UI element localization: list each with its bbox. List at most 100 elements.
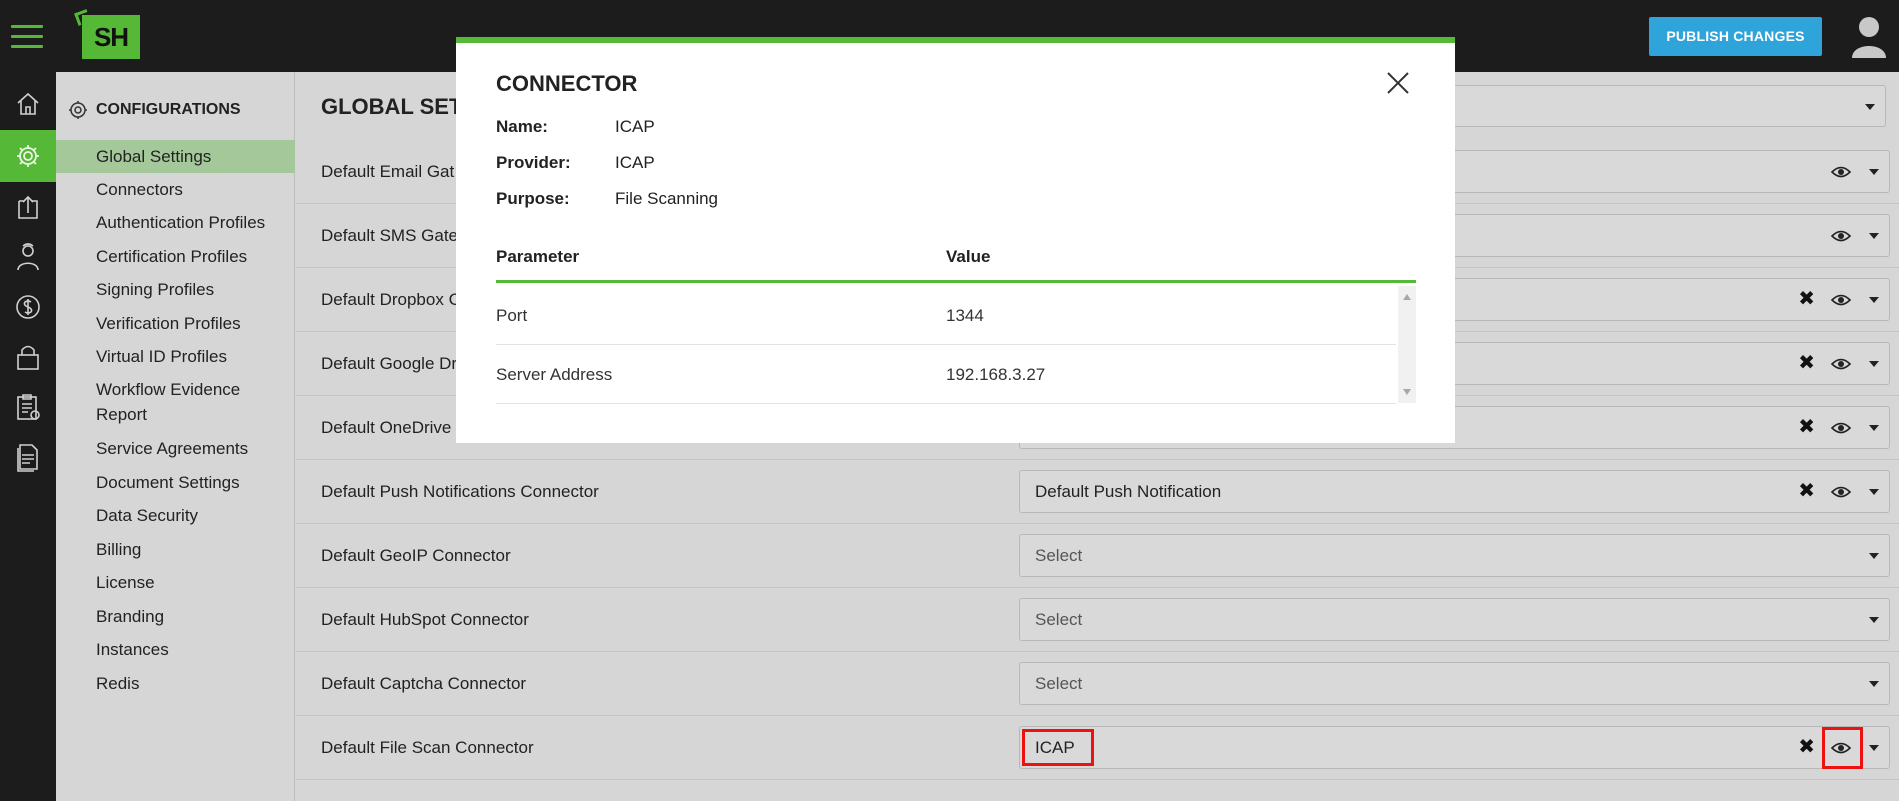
clear-icon[interactable]: ✖ xyxy=(1798,417,1815,437)
dollar-icon[interactable] xyxy=(0,282,56,332)
sidebar-item-license[interactable]: License xyxy=(56,566,295,599)
setting-label: Default Captcha Connector xyxy=(321,674,527,693)
chevron-down-icon[interactable] xyxy=(1869,745,1879,751)
clear-icon[interactable]: ✖ xyxy=(1798,737,1815,757)
eye-icon[interactable] xyxy=(1831,483,1851,501)
table-row: Server Address 192.168.3.27 xyxy=(496,345,1396,404)
value-cell: 1344 xyxy=(946,306,984,325)
setting-label: Default GeoIP Connector xyxy=(321,546,511,565)
table-scrollbar[interactable] xyxy=(1398,286,1416,403)
name-value: ICAP xyxy=(615,117,655,136)
chevron-down-icon[interactable] xyxy=(1869,361,1879,367)
chevron-down-icon[interactable] xyxy=(1869,489,1879,495)
users-icon[interactable] xyxy=(0,232,56,282)
setting-label: Default File Scan Connector xyxy=(321,738,534,757)
parameters-table-header: Parameter Value xyxy=(496,243,1416,283)
clear-icon[interactable]: ✖ xyxy=(1798,353,1815,373)
eye-icon[interactable] xyxy=(1831,419,1851,437)
close-icon[interactable] xyxy=(1386,71,1410,95)
setting-label: Default Email Gat xyxy=(321,162,455,181)
scroll-down-arrow-icon[interactable] xyxy=(1403,389,1411,395)
setting-row-push-notifications: Default Push Notifications Connector Def… xyxy=(296,460,1899,524)
setting-row-hubspot: Default HubSpot Connector Select xyxy=(296,588,1899,652)
chevron-down-icon[interactable] xyxy=(1865,104,1875,110)
sidebar-item-service-agreements[interactable]: Service Agreements xyxy=(56,432,295,465)
sidebar-item-certification-profiles[interactable]: Certification Profiles xyxy=(56,240,295,273)
setting-label: Default SMS Gate xyxy=(321,226,459,245)
table-row: Port 1344 xyxy=(496,286,1396,345)
column-header-parameter: Parameter xyxy=(496,247,580,266)
captcha-select[interactable]: Select xyxy=(1019,662,1890,705)
chevron-down-icon[interactable] xyxy=(1869,553,1879,559)
setting-label: Default Push Notifications Connector xyxy=(321,482,599,501)
document-icon[interactable] xyxy=(0,432,56,482)
eye-icon[interactable] xyxy=(1831,355,1851,373)
sidebar-header: CONFIGURATIONS xyxy=(68,100,241,120)
geoip-select[interactable]: Select xyxy=(1019,534,1890,577)
sidebar-item-connectors[interactable]: Connectors xyxy=(56,173,295,206)
setting-row-geoip: Default GeoIP Connector Select xyxy=(296,524,1899,588)
provider-label: Provider: xyxy=(496,153,571,172)
connector-purpose: Purpose: File Scanning xyxy=(496,189,718,209)
select-placeholder: Select xyxy=(1035,546,1083,565)
chevron-down-icon[interactable] xyxy=(1869,169,1879,175)
push-notifications-select[interactable]: Default Push Notification ✖ xyxy=(1019,470,1890,513)
setting-label: Default Dropbox C xyxy=(321,290,461,309)
chevron-down-icon[interactable] xyxy=(1869,425,1879,431)
app-logo[interactable]: SH xyxy=(82,15,140,59)
upload-icon[interactable] xyxy=(0,182,56,232)
sidebar-item-global-settings[interactable]: Global Settings xyxy=(56,140,295,173)
connector-modal: CONNECTOR Name: ICAP Provider: ICAP Purpos… xyxy=(456,37,1455,443)
sidebar-item-verification-profiles[interactable]: Verification Profiles xyxy=(56,307,295,340)
icon-rail xyxy=(0,72,56,801)
highlight-box xyxy=(1022,729,1094,766)
sidebar-item-virtual-id-profiles[interactable]: Virtual ID Profiles xyxy=(56,340,295,373)
configurations-sidebar: CONFIGURATIONS Global Settings Connector… xyxy=(56,72,295,801)
sidebar-item-data-security[interactable]: Data Security xyxy=(56,499,295,532)
sidebar-header-label: CONFIGURATIONS xyxy=(96,101,241,118)
setting-label: Default OneDrive xyxy=(321,418,452,437)
sidebar-item-billing[interactable]: Billing xyxy=(56,533,295,566)
connector-name: Name: ICAP xyxy=(496,117,655,137)
setting-label: Default HubSpot Connector xyxy=(321,610,529,629)
purpose-label: Purpose: xyxy=(496,189,570,208)
sidebar-item-branding[interactable]: Branding xyxy=(56,600,295,633)
sidebar-item-document-settings[interactable]: Document Settings xyxy=(56,466,295,499)
user-avatar-icon[interactable] xyxy=(1850,14,1888,58)
highlight-box xyxy=(1822,727,1863,769)
clipboard-icon[interactable] xyxy=(0,382,56,432)
home-icon[interactable] xyxy=(0,79,56,129)
chevron-down-icon[interactable] xyxy=(1869,617,1879,623)
parameters-table-body: Port 1344 Server Address 192.168.3.27 xyxy=(496,286,1416,404)
modal-title: CONNECTOR xyxy=(496,71,638,96)
setting-row-captcha: Default Captcha Connector Select xyxy=(296,652,1899,716)
parameter-cell: Port xyxy=(496,306,528,325)
gear-icon xyxy=(69,101,87,119)
sidebar-item-workflow-evidence-report[interactable]: Workflow Evidence Report xyxy=(56,374,295,428)
eye-icon[interactable] xyxy=(1831,227,1851,245)
setting-label: Default Google Dr xyxy=(321,354,458,373)
file-scan-select[interactable]: ICAP ✖ xyxy=(1019,726,1890,769)
chevron-down-icon[interactable] xyxy=(1869,297,1879,303)
publish-changes-button[interactable]: PUBLISH CHANGES xyxy=(1649,17,1822,56)
sidebar-item-authentication-profiles[interactable]: Authentication Profiles xyxy=(56,206,295,239)
scroll-up-arrow-icon[interactable] xyxy=(1403,294,1411,300)
sidebar-item-redis[interactable]: Redis xyxy=(56,667,295,700)
eye-icon[interactable] xyxy=(1831,163,1851,181)
chevron-down-icon[interactable] xyxy=(1869,233,1879,239)
select-value: Default Push Notification xyxy=(1035,482,1222,501)
clear-icon[interactable]: ✖ xyxy=(1798,481,1815,501)
gear-icon[interactable] xyxy=(0,130,56,182)
sidebar-item-signing-profiles[interactable]: Signing Profiles xyxy=(56,273,295,306)
select-placeholder: Select xyxy=(1035,674,1083,693)
sidebar-item-instances[interactable]: Instances xyxy=(56,633,295,666)
hamburger-menu-icon[interactable] xyxy=(11,25,43,49)
clear-icon[interactable]: ✖ xyxy=(1798,289,1815,309)
lock-icon[interactable] xyxy=(0,332,56,382)
eye-icon[interactable] xyxy=(1831,291,1851,309)
chevron-down-icon[interactable] xyxy=(1869,681,1879,687)
hubspot-select[interactable]: Select xyxy=(1019,598,1890,641)
page-title: GLOBAL SETT xyxy=(321,94,476,119)
connector-provider: Provider: ICAP xyxy=(496,153,655,173)
setting-row-file-scan: Default File Scan Connector ICAP ✖ xyxy=(296,716,1899,780)
